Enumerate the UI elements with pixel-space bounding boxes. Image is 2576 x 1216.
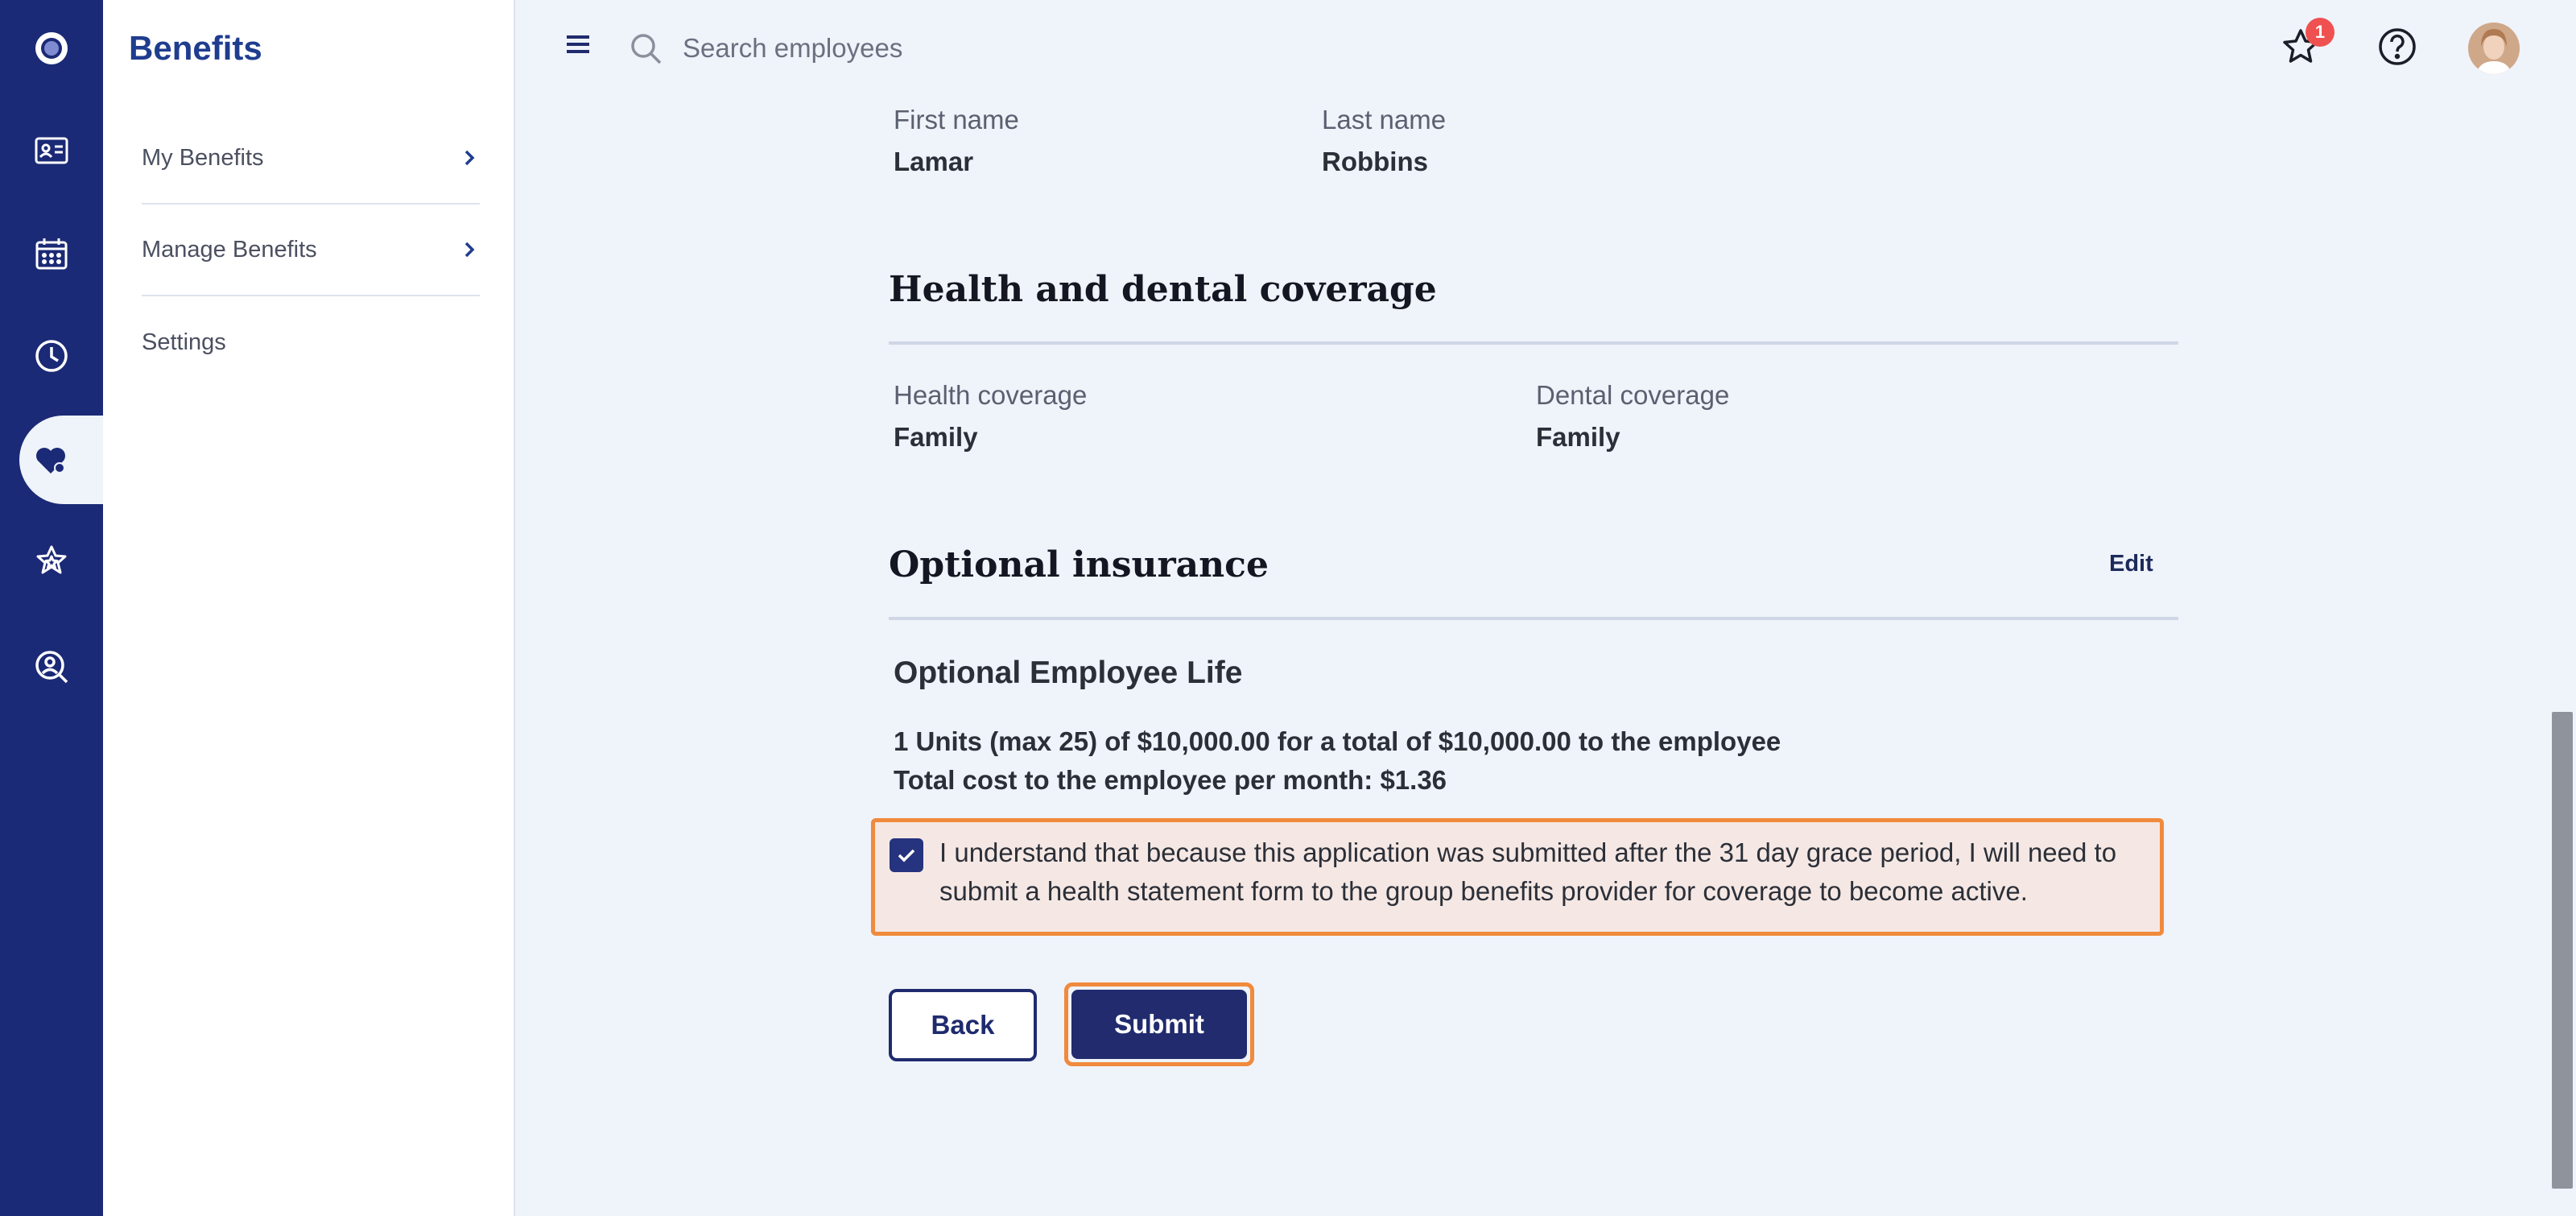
- search-icon: [631, 34, 662, 64]
- top-bar: 1: [517, 0, 2576, 97]
- dental-coverage-label: Dental coverage: [1536, 380, 1730, 410]
- help-icon: [2379, 28, 2416, 65]
- checkmark-icon: [898, 849, 915, 862]
- submit-button[interactable]: Submit: [1071, 990, 1247, 1059]
- rail-item-benefits[interactable]: [19, 416, 103, 504]
- health-coverage-value: Family: [894, 422, 978, 452]
- acknowledgement-box: I understand that because this applicati…: [871, 818, 2164, 936]
- sidebar-title: Benefits: [129, 29, 262, 67]
- id-card-icon: [35, 137, 68, 164]
- optional-insurance-heading: Optional insurance: [889, 544, 1269, 585]
- acknowledgement-checkbox[interactable]: [890, 838, 923, 872]
- avatar-image: [2468, 23, 2520, 74]
- sidebar-nav: My Benefits Manage Benefits Settings: [142, 113, 480, 388]
- app-logo[interactable]: [0, 4, 103, 93]
- favorites-button[interactable]: 1: [2278, 18, 2334, 69]
- rail-item-time[interactable]: [0, 312, 103, 400]
- sidebar-item-my-benefits[interactable]: My Benefits: [142, 113, 480, 205]
- sidebar-item-settings[interactable]: Settings: [142, 296, 480, 388]
- optional-employee-life-heading: Optional Employee Life: [894, 656, 1243, 690]
- benefits-sidebar: Benefits My Benefits Manage Benefits Set…: [103, 0, 515, 1216]
- first-name-value: Lamar: [894, 147, 974, 176]
- sidebar-item-label: Settings: [142, 329, 226, 355]
- first-name-label: First name: [894, 105, 1019, 134]
- icon-rail: [0, 0, 103, 1216]
- section-divider: [889, 617, 2178, 620]
- chevron-right-icon: [464, 242, 475, 258]
- acknowledgement-text: I understand that because this applicati…: [939, 838, 2117, 906]
- section-divider: [889, 341, 2178, 345]
- menu-toggle-button[interactable]: [562, 29, 594, 61]
- edit-optional-insurance-link[interactable]: Edit: [2109, 551, 2153, 577]
- monthly-cost-line: Total cost to the employee per month: $1…: [894, 765, 1447, 796]
- help-button[interactable]: [2375, 24, 2420, 69]
- clock-icon: [35, 340, 68, 372]
- rail-item-schedule[interactable]: [0, 209, 103, 298]
- last-name-value: Robbins: [1322, 147, 1428, 176]
- star-badge-icon: [36, 545, 67, 574]
- calendar-icon: [35, 238, 68, 270]
- scrollbar-thumb[interactable]: [2552, 712, 2573, 1189]
- submit-focus-ring: Submit: [1064, 982, 1254, 1066]
- sidebar-item-label: Manage Benefits: [142, 236, 317, 263]
- hamburger-icon: [567, 35, 589, 53]
- person-search-icon: [35, 651, 68, 684]
- units-description: 1 Units (max 25) of $10,000.00 for a tot…: [894, 726, 1781, 756]
- rail-item-recognition[interactable]: [0, 517, 103, 606]
- app-logo-icon: [35, 32, 68, 64]
- back-button[interactable]: Back: [889, 989, 1037, 1061]
- dental-coverage-value: Family: [1536, 422, 1620, 452]
- user-avatar[interactable]: [2468, 23, 2520, 74]
- sidebar-item-manage-benefits[interactable]: Manage Benefits: [142, 205, 480, 296]
- health-dental-heading: Health and dental coverage: [889, 269, 1437, 310]
- chevron-right-icon: [464, 150, 475, 166]
- notification-badge: 1: [2306, 18, 2334, 47]
- last-name-label: Last name: [1322, 105, 1447, 134]
- monthly-cost-label: Total cost to the employee per month:: [894, 765, 1381, 795]
- heart-benefits-icon: [36, 448, 65, 474]
- monthly-cost-value: $1.36: [1380, 765, 1447, 795]
- rail-item-directory[interactable]: [0, 106, 103, 195]
- rail-item-people-search[interactable]: [0, 622, 103, 711]
- health-coverage-label: Health coverage: [894, 380, 1088, 410]
- sidebar-item-label: My Benefits: [142, 144, 264, 171]
- search-input[interactable]: [683, 24, 1407, 72]
